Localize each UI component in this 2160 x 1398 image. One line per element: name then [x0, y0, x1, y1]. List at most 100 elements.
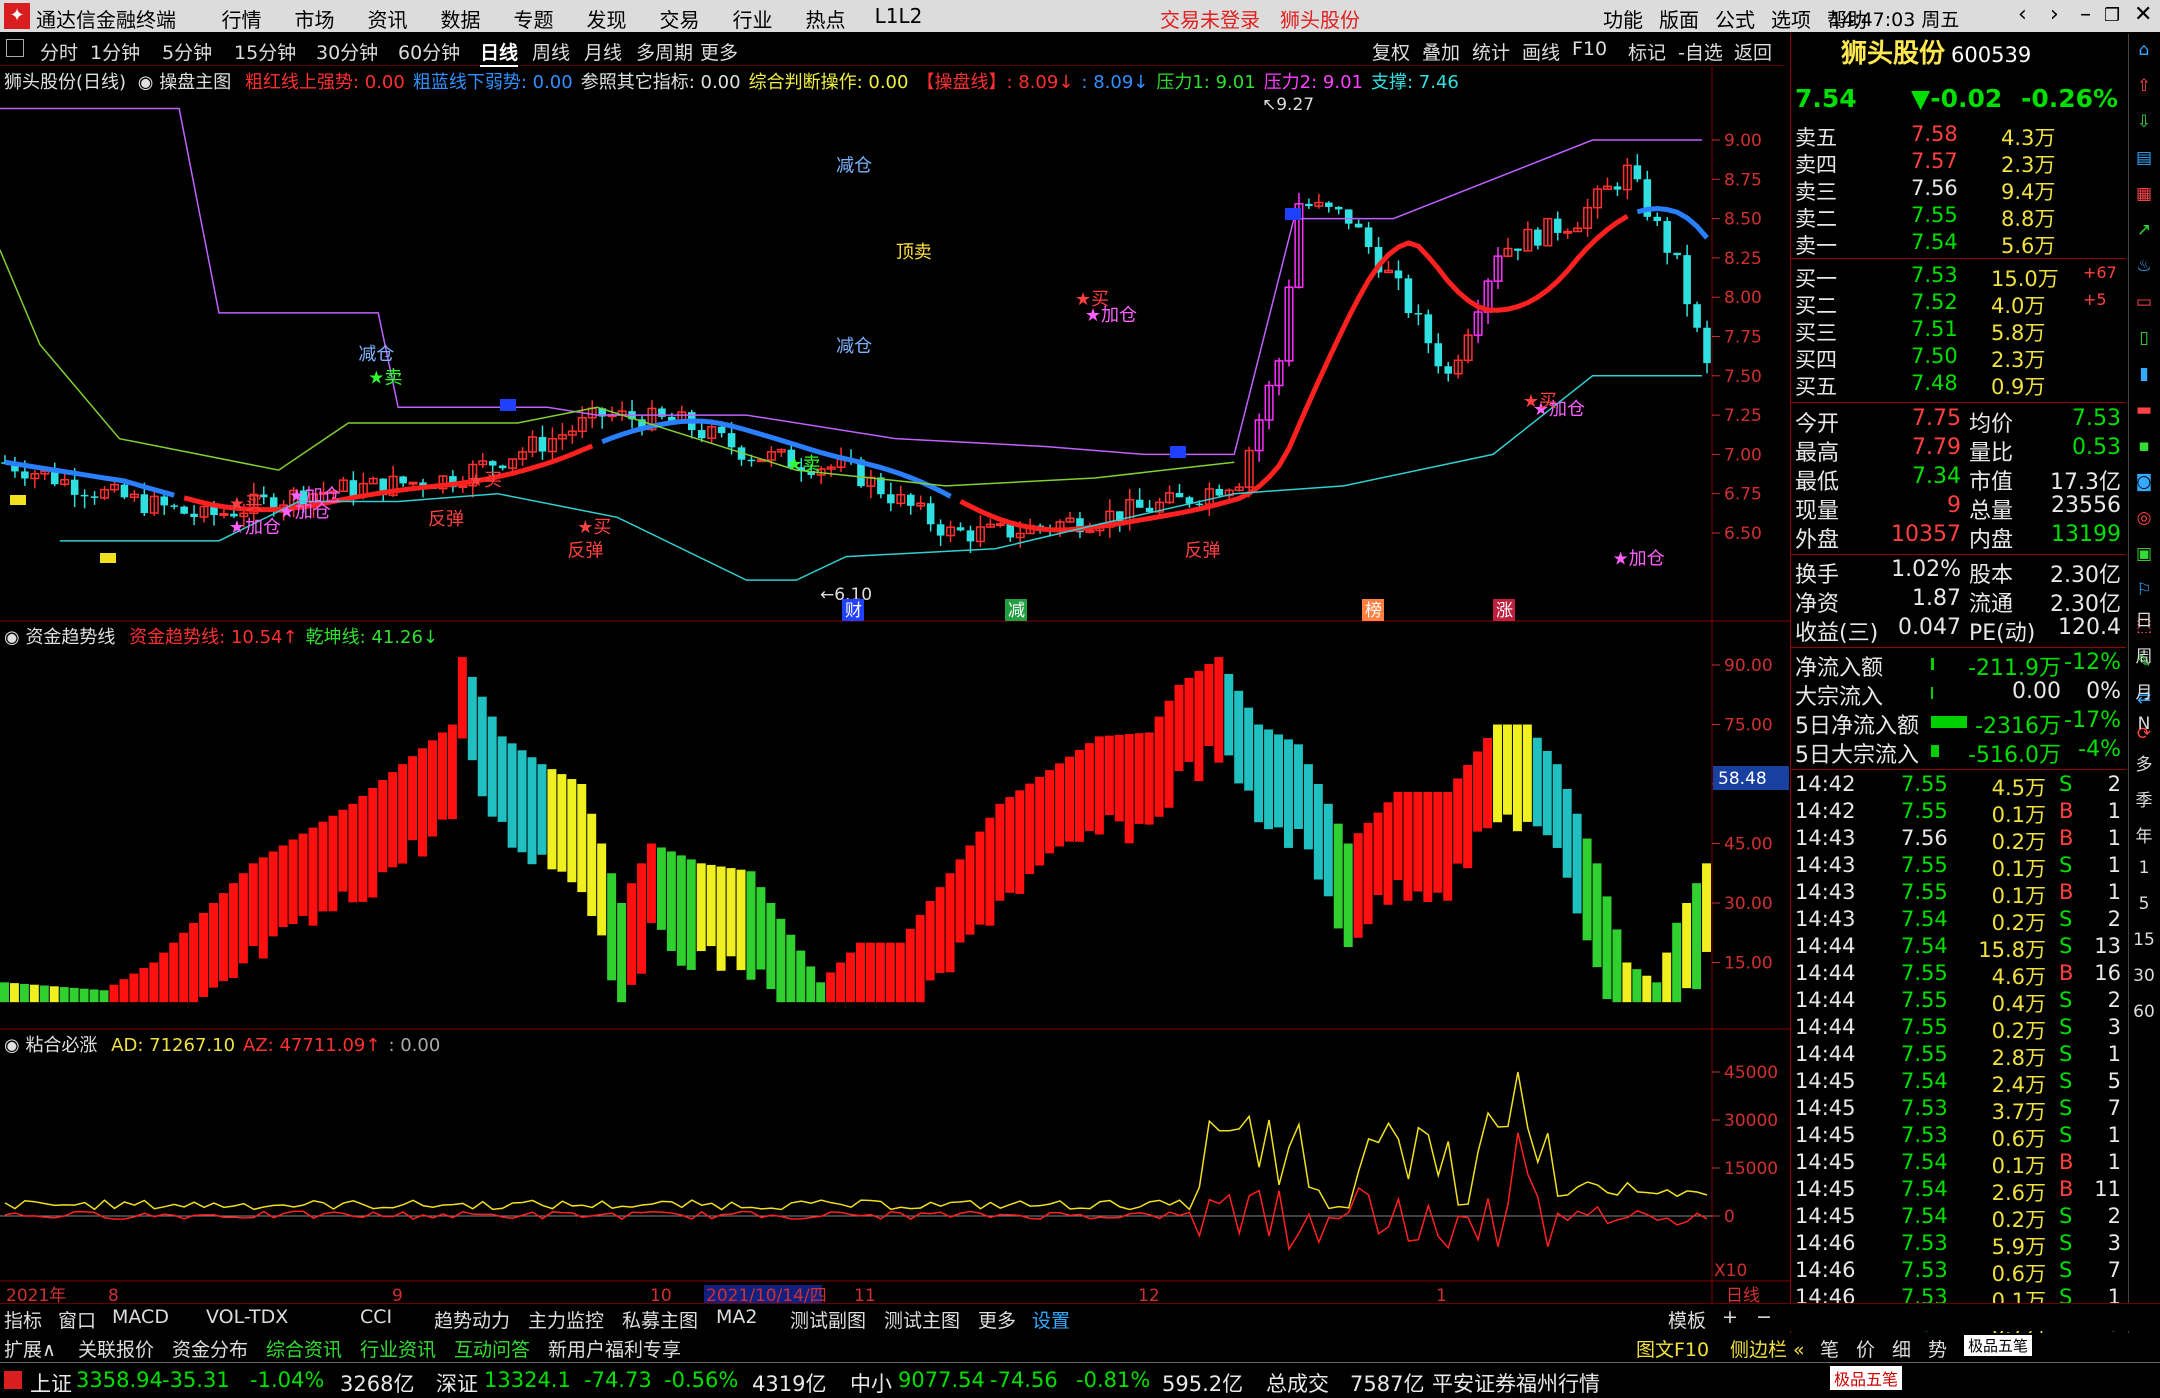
- sidebar-tool-icon[interactable]: ▣: [2129, 544, 2159, 574]
- sidebar-period[interactable]: 年: [2129, 822, 2159, 852]
- main-indicator-name[interactable]: ◉ 操盘主图: [138, 72, 231, 93]
- toolbar-button[interactable]: 标记: [1628, 38, 1666, 65]
- bid-row[interactable]: 买五 7.48 0.9万: [1791, 371, 2126, 399]
- ask-row[interactable]: 卖五 7.58 4.3万: [1791, 122, 2126, 150]
- indicator-tab[interactable]: 指标: [4, 1306, 42, 1333]
- indicator-tab[interactable]: VOL-TDX: [206, 1306, 288, 1328]
- sidebar-tool-icon[interactable]: ▤: [2129, 148, 2159, 178]
- bid-row[interactable]: 买三 7.51 5.8万: [1791, 317, 2126, 345]
- indicator-tab[interactable]: MACD: [112, 1306, 169, 1328]
- extension-tab[interactable]: 行业资讯: [360, 1335, 436, 1362]
- side-tab[interactable]: 图文F10: [1636, 1335, 1709, 1362]
- side-tab[interactable]: 极品五笔: [1964, 1335, 2033, 1356]
- menu-item[interactable]: 资讯: [351, 4, 424, 33]
- login-status[interactable]: 交易未登录: [1160, 4, 1260, 33]
- period-tab[interactable]: 更多: [700, 38, 738, 65]
- period-tab[interactable]: 30分钟: [316, 38, 378, 65]
- period-tab[interactable]: 日线: [480, 38, 519, 67]
- period-tab[interactable]: 分时: [40, 38, 78, 65]
- indicator-tab[interactable]: 设置: [1032, 1306, 1070, 1333]
- back-icon[interactable]: ‹: [2018, 2, 2027, 27]
- toolbar-button[interactable]: 统计: [1472, 38, 1510, 65]
- forward-icon[interactable]: ›: [2050, 2, 2059, 27]
- ime-indicator[interactable]: 极品五笔: [1830, 1366, 1903, 1390]
- sidebar-period[interactable]: 15: [2129, 930, 2159, 960]
- sidebar-period[interactable]: 5: [2129, 894, 2159, 924]
- sidebar-tool-icon[interactable]: ▭: [2129, 292, 2159, 322]
- toolbar-button[interactable]: 返回: [1734, 38, 1772, 65]
- bid-row[interactable]: 买二 7.52 4.0万 +5: [1791, 290, 2126, 318]
- sidebar-period[interactable]: 30: [2129, 966, 2159, 996]
- ask-row[interactable]: 卖二 7.55 8.8万: [1791, 203, 2126, 231]
- menu-item[interactable]: 行情: [205, 4, 278, 33]
- right-menu-item[interactable]: 选项: [1763, 4, 1819, 33]
- period-tab[interactable]: 1分钟: [90, 38, 140, 65]
- template-button[interactable]: 模板: [1668, 1306, 1706, 1333]
- period-tab[interactable]: 15分钟: [234, 38, 296, 65]
- extension-tab[interactable]: 互动问答: [454, 1335, 530, 1362]
- bid-row[interactable]: 买一 7.53 15.0万 +67: [1791, 263, 2126, 291]
- extension-tab[interactable]: 扩展∧: [4, 1335, 56, 1362]
- sidebar-tool-icon[interactable]: ⇩: [2129, 112, 2159, 142]
- period-tab[interactable]: 月线: [584, 38, 622, 65]
- indicator-tab[interactable]: 趋势动力: [434, 1306, 510, 1333]
- extension-tab[interactable]: 资金分布: [172, 1335, 248, 1362]
- toolbar-button[interactable]: F10: [1572, 38, 1607, 60]
- indicator-tab[interactable]: 测试副图: [790, 1306, 866, 1333]
- sidebar-period[interactable]: 季: [2129, 786, 2159, 816]
- extension-tab[interactable]: 综合资讯: [266, 1335, 342, 1362]
- period-tab[interactable]: 多周期: [636, 38, 693, 65]
- period-tab[interactable]: 60分钟: [398, 38, 460, 65]
- indicator-tab[interactable]: 窗口: [58, 1306, 96, 1333]
- indicator-tab[interactable]: 私募主图: [622, 1306, 698, 1333]
- sidebar-tool-icon[interactable]: ▮: [2129, 364, 2159, 394]
- right-menu-item[interactable]: 版面: [1651, 4, 1707, 33]
- sidebar-tool-icon[interactable]: ▯: [2129, 328, 2159, 358]
- ask-row[interactable]: 卖一 7.54 5.6万: [1791, 230, 2126, 258]
- sidebar-tool-icon[interactable]: ⌂: [2129, 40, 2159, 70]
- toolbar-button[interactable]: -自选: [1678, 38, 1723, 65]
- side-tab[interactable]: 细: [1892, 1335, 1911, 1362]
- right-menu-item[interactable]: 公式: [1707, 4, 1763, 33]
- period-tab[interactable]: 周线: [532, 38, 570, 65]
- extension-tab[interactable]: 关联报价: [78, 1335, 154, 1362]
- indicator-tab[interactable]: 更多: [978, 1306, 1016, 1333]
- sidebar-tool-icon[interactable]: ◙: [2129, 472, 2159, 502]
- sidebar-tool-icon[interactable]: ♨: [2129, 256, 2159, 286]
- panel3-title[interactable]: ◉ 粘合必涨: [4, 1035, 97, 1056]
- layout-icon[interactable]: [6, 39, 24, 57]
- menu-item[interactable]: L1L2: [862, 4, 935, 33]
- ask-row[interactable]: 卖四 7.57 2.3万: [1791, 149, 2126, 177]
- sidebar-tool-icon[interactable]: ▬: [2129, 400, 2159, 430]
- side-tab[interactable]: 势: [1928, 1335, 1947, 1362]
- side-tab[interactable]: 价: [1856, 1335, 1875, 1362]
- toolbar-button[interactable]: 画线: [1522, 38, 1560, 65]
- toolbar-button[interactable]: 叠加: [1422, 38, 1460, 65]
- side-tab[interactable]: 笔: [1820, 1335, 1839, 1362]
- period-tab[interactable]: 5分钟: [162, 38, 212, 65]
- indicator-tab[interactable]: 测试主图: [884, 1306, 960, 1333]
- ask-row[interactable]: 卖三 7.56 9.4万: [1791, 176, 2126, 204]
- indicator-tab[interactable]: CCI: [360, 1306, 392, 1328]
- sidebar-period[interactable]: 多: [2129, 750, 2159, 780]
- menu-item[interactable]: 专题: [497, 4, 570, 33]
- menu-item[interactable]: 发现: [570, 4, 643, 33]
- side-tab[interactable]: 侧边栏 «: [1730, 1335, 1805, 1362]
- chart-area[interactable]: 9.00 8.75 8.50 8.25 8.00 7.75 7.50 7.25 7.00 6.75…: [0, 66, 1790, 1303]
- sidebar-tool-icon[interactable]: ⇧: [2129, 76, 2159, 106]
- menu-item[interactable]: 行业: [716, 4, 789, 33]
- panel2-title[interactable]: ◉ 资金趋势线: [4, 627, 115, 648]
- extension-tab[interactable]: 新用户福利专享: [548, 1335, 681, 1362]
- sidebar-tool-icon[interactable]: ◎: [2129, 508, 2159, 538]
- template-button[interactable]: +: [1722, 1306, 1738, 1328]
- template-button[interactable]: −: [1756, 1306, 1772, 1328]
- sidebar-tool-icon[interactable]: ▪: [2129, 436, 2159, 466]
- minimize-icon[interactable]: –: [2080, 2, 2091, 27]
- sidebar-tool-icon[interactable]: ↗: [2129, 220, 2159, 250]
- close-icon[interactable]: ✕: [2134, 2, 2152, 27]
- right-menu-item[interactable]: 功能: [1595, 4, 1651, 33]
- menu-item[interactable]: 数据: [424, 4, 497, 33]
- restore-icon[interactable]: ❐: [2104, 5, 2120, 26]
- menu-item[interactable]: 交易: [643, 4, 716, 33]
- bid-row[interactable]: 买四 7.50 2.3万: [1791, 344, 2126, 372]
